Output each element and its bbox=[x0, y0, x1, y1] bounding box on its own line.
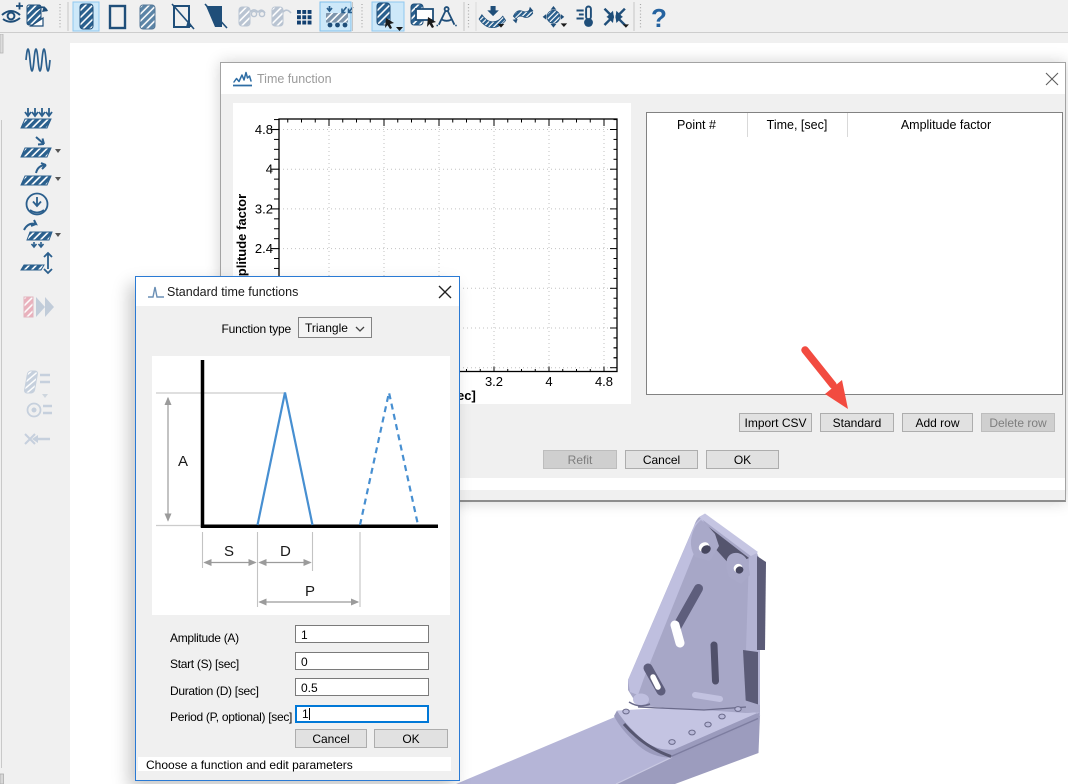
svg-text:S: S bbox=[224, 543, 234, 560]
svg-text:?: ? bbox=[651, 3, 667, 33]
svg-text:2.4: 2.4 bbox=[255, 241, 273, 256]
svg-text:4.8: 4.8 bbox=[595, 374, 613, 389]
svg-text:3.2: 3.2 bbox=[485, 374, 503, 389]
svg-text:3.2: 3.2 bbox=[255, 201, 273, 216]
svg-text:D: D bbox=[280, 543, 291, 560]
svg-text:4.8: 4.8 bbox=[255, 122, 273, 137]
svg-text:P: P bbox=[305, 583, 315, 600]
svg-text:4: 4 bbox=[545, 374, 552, 389]
svg-text:4: 4 bbox=[266, 162, 273, 177]
svg-text:A: A bbox=[178, 453, 188, 470]
